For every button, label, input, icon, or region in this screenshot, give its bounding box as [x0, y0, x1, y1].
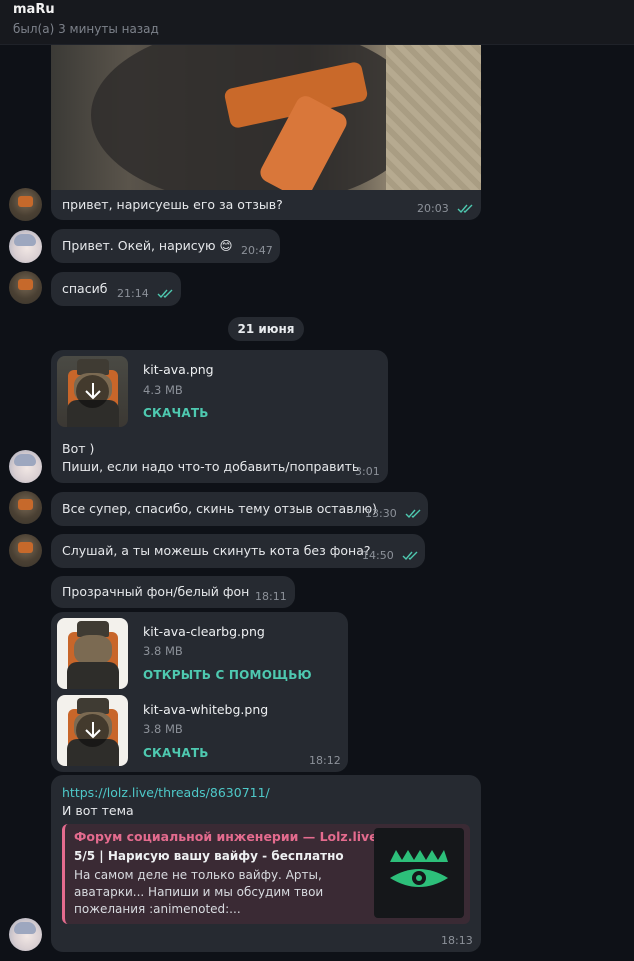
- file-size: 3.8 MB: [143, 644, 183, 658]
- avatar[interactable]: [9, 188, 42, 221]
- message-bubble: Привет. Окей, нарисую 😊 20:47: [51, 229, 280, 263]
- message-time: 18:12: [309, 754, 341, 767]
- message-time: 18:13: [441, 934, 473, 947]
- file-thumbnail[interactable]: [57, 695, 128, 766]
- message-text: Привет. Окей, нарисую 😊: [62, 238, 233, 253]
- message-bubble: Слушай, а ты можешь скинуть кота без фон…: [51, 534, 425, 568]
- message-bubble: привет, нарисуешь его за отзыв? 20:03: [51, 190, 481, 220]
- avatar[interactable]: [9, 918, 42, 951]
- contact-name[interactable]: maRu: [13, 2, 55, 17]
- preview-site: Форум социальной инженерии — Lolz.live..…: [74, 829, 392, 844]
- download-icon[interactable]: [76, 375, 109, 408]
- avatar[interactable]: [9, 230, 42, 263]
- message-text: Все супер, спасибо, скинь тему отзыв ост…: [62, 501, 377, 516]
- message-text: Прозрачный фон/белый фон: [62, 584, 250, 599]
- avatar[interactable]: [9, 271, 42, 304]
- double-check-icon: [402, 551, 419, 561]
- files-message-bubble: kit-ava-clearbg.png 3.8 MB ОТКРЫТЬ С ПОМ…: [51, 612, 348, 772]
- avatar[interactable]: [9, 534, 42, 567]
- file-thumbnail[interactable]: [57, 356, 128, 427]
- file-name: kit-ava-clearbg.png: [143, 624, 265, 639]
- double-check-icon: [157, 289, 174, 299]
- file-message-bubble: kit-ava.png 4.3 MB СКАЧАТЬ Вот ) Пиши, е…: [51, 350, 388, 483]
- download-button[interactable]: СКАЧАТЬ: [143, 746, 209, 760]
- thread-link[interactable]: https://lolz.live/threads/8630711/: [62, 785, 270, 800]
- message-time: 20:47: [241, 244, 273, 257]
- message-time: 20:03: [417, 202, 449, 215]
- link-message-bubble: https://lolz.live/threads/8630711/ И вот…: [51, 775, 481, 952]
- message-text: И вот тема: [62, 803, 134, 818]
- message-bubble: спасиб 21:14: [51, 272, 181, 306]
- message-text: Слушай, а ты можешь скинуть кота без фон…: [62, 543, 371, 558]
- message-bubble: Прозрачный фон/белый фон 18:11: [51, 576, 295, 608]
- file-thumbnail[interactable]: [57, 618, 128, 689]
- file-size: 3.8 MB: [143, 722, 183, 736]
- preview-description: На самом деле не только вайфу. Арты, ава…: [74, 868, 324, 916]
- message-time: 21:14: [117, 287, 149, 300]
- link-preview[interactable]: Форум социальной инженерии — Lolz.live..…: [62, 824, 470, 924]
- message-time: 13:30: [365, 507, 397, 520]
- message-text: спасиб: [62, 281, 108, 296]
- message-time: 18:11: [255, 590, 287, 603]
- avatar[interactable]: [9, 491, 42, 524]
- double-check-icon: [457, 204, 474, 214]
- site-logo-icon: [374, 828, 464, 918]
- download-button[interactable]: СКАЧАТЬ: [143, 406, 209, 420]
- message-text: Вот ): [62, 441, 95, 456]
- message-text: привет, нарисуешь его за отзыв?: [62, 197, 283, 212]
- message-text: Пиши, если надо что-то добавить/поправит…: [62, 459, 360, 474]
- date-divider: 21 июня: [228, 317, 304, 341]
- avatar[interactable]: [9, 450, 42, 483]
- file-name: kit-ava.png: [143, 362, 214, 377]
- cat-photo[interactable]: [51, 45, 481, 190]
- preview-title: 5/5 | Нарисую вашу вайфу - бесплатно: [74, 849, 344, 863]
- chat-header[interactable]: maRu был(а) 3 минуты назад: [0, 0, 634, 45]
- message-time: 14:50: [362, 549, 394, 562]
- message-time: 3:01: [355, 465, 380, 478]
- download-icon[interactable]: [76, 714, 109, 747]
- file-size: 4.3 MB: [143, 383, 183, 397]
- file-name: kit-ava-whitebg.png: [143, 702, 269, 717]
- double-check-icon: [405, 509, 422, 519]
- message-bubble: Все супер, спасибо, скинь тему отзыв ост…: [51, 492, 428, 526]
- open-with-button[interactable]: ОТКРЫТЬ С ПОМОЩЬЮ: [143, 668, 312, 682]
- contact-status: был(а) 3 минуты назад: [13, 22, 159, 36]
